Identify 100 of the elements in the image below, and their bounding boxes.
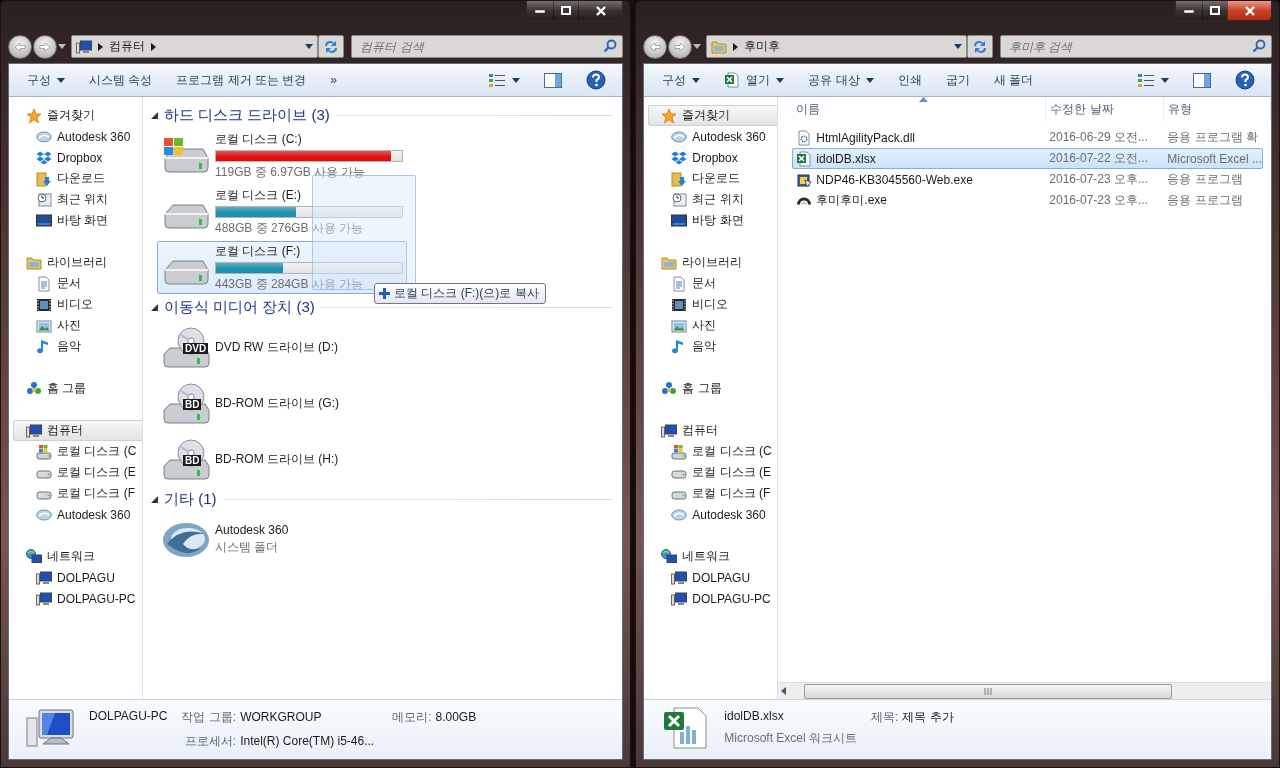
back-button[interactable] xyxy=(643,34,668,59)
nav-item[interactable]: 홈 그룹 xyxy=(648,378,778,399)
nav-item[interactable]: Autodesk 360 xyxy=(13,126,142,147)
toolbar-button[interactable]: 열기 xyxy=(714,67,795,93)
forward-button[interactable] xyxy=(668,34,693,59)
back-button[interactable] xyxy=(8,34,32,59)
minimize-button[interactable] xyxy=(1176,1,1202,20)
nav-item[interactable]: 최근 위치 xyxy=(13,189,142,210)
nav-item[interactable]: 바탕 화면 xyxy=(648,210,778,231)
caret-icon xyxy=(1161,77,1169,83)
history-caret-icon[interactable] xyxy=(693,44,702,49)
nav-item[interactable]: 컴퓨터 xyxy=(648,420,778,441)
minimize-button[interactable] xyxy=(527,1,554,20)
toolbar-button[interactable]: 시스템 속성 xyxy=(79,67,163,93)
address-bar[interactable]: 후미후 xyxy=(706,35,967,58)
history-caret-icon[interactable] xyxy=(58,44,66,49)
nav-item[interactable]: 사진 xyxy=(648,315,778,336)
drive-tile[interactable]: 로컬 디스크 (C:) 119GB 중 6.97GB 사용 가능 xyxy=(157,129,407,182)
scroll-thumb[interactable] xyxy=(804,683,1173,699)
nav-item[interactable]: DOLPAGU xyxy=(648,567,778,588)
computer-icon xyxy=(671,590,688,607)
drive-tile[interactable]: Autodesk 360 시스템 폴더 xyxy=(157,513,407,566)
nav-item[interactable]: 라이브러리 xyxy=(648,252,778,273)
maximize-button[interactable] xyxy=(553,1,579,20)
column-header[interactable]: 이름 xyxy=(792,97,1047,121)
nav-item[interactable]: Dropbox xyxy=(13,147,142,168)
drive-tile[interactable]: BD BD-ROM 드라이브 (H:) xyxy=(157,433,407,486)
nav-item[interactable]: 로컬 디스크 (C xyxy=(13,441,142,462)
clock-window-icon xyxy=(36,191,52,208)
nav-item[interactable]: 문서 xyxy=(648,273,778,294)
close-button[interactable] xyxy=(1227,1,1271,20)
type-cell-text: 응용 프로그램 확 xyxy=(1166,129,1259,146)
nav-item[interactable]: DOLPAGU-PC xyxy=(13,588,142,609)
file-name: NDP46-KB3045560-Web.exe xyxy=(816,172,973,187)
nav-item[interactable]: 음악 xyxy=(13,336,142,357)
collapse-icon[interactable] xyxy=(151,495,158,503)
toolbar-button[interactable]: 공유 대상 xyxy=(798,67,884,93)
nav-item[interactable]: 바탕 화면 xyxy=(13,210,142,231)
toolbar-button[interactable]: 새 폴더 xyxy=(983,67,1043,93)
drive-tile[interactable]: DVD DVD RW 드라이브 (D:) xyxy=(157,321,407,374)
nav-item[interactable]: 로컬 디스크 (F xyxy=(13,483,142,504)
nav-item[interactable]: 컴퓨터 xyxy=(13,420,142,441)
breadcrumb[interactable]: 컴퓨터 xyxy=(109,38,145,55)
drive-tile[interactable]: 로컬 디스크 (E:) 488GB 중 276GB 사용 가능 xyxy=(157,185,407,238)
computer-icon xyxy=(36,590,52,607)
toolbar-button[interactable]: 프로그램 제거 또는 변경 xyxy=(166,67,317,93)
nav-item[interactable]: 비디오 xyxy=(13,294,142,315)
nav-item[interactable]: 비디오 xyxy=(648,294,778,315)
folder-icon xyxy=(661,254,678,271)
file-row[interactable]: HtmlAgilityPack.dll 2016-06-29 오전... 응용 프로그램 확 xyxy=(792,127,1263,148)
nav-item[interactable]: 홈 그룹 xyxy=(13,378,142,399)
collapse-icon[interactable] xyxy=(151,303,158,311)
toolbar-button[interactable]: 인쇄 xyxy=(887,67,932,93)
horizontal-scrollbar[interactable] xyxy=(778,682,1271,699)
drive-tile[interactable]: BD BD-ROM 드라이브 (G:) xyxy=(157,377,407,430)
nav-item[interactable]: 로컬 디스크 (E xyxy=(648,462,778,483)
file-row[interactable]: 후미후미.exe 2016-07-23 오후... 응용 프로그램 xyxy=(792,190,1263,211)
swirl-icon xyxy=(36,128,52,145)
nav-item[interactable]: 즐겨찾기 xyxy=(13,105,142,126)
nav-item[interactable]: 최근 위치 xyxy=(648,189,778,210)
file-row[interactable]: idolDB.xlsx 2016-07-22 오전... Microsoft Excel ... xyxy=(792,148,1263,169)
nav-item[interactable]: 다운로드 xyxy=(13,168,142,189)
collapse-icon[interactable] xyxy=(151,111,158,119)
search-field[interactable]: 후미후 검색 xyxy=(1000,35,1272,58)
homegroup-icon xyxy=(661,380,678,397)
nav-item[interactable]: 네트워크 xyxy=(648,546,778,567)
nav-item[interactable]: Autodesk 360 xyxy=(648,126,778,147)
nav-item[interactable]: 사진 xyxy=(13,315,142,336)
property-value: 8.00GB xyxy=(435,710,477,724)
column-header[interactable]: 유형 xyxy=(1164,97,1271,121)
maximize-button[interactable] xyxy=(1202,1,1227,20)
file-row[interactable]: NDP46-KB3045560-Web.exe 2016-07-23 오후... 응용 프로그램 xyxy=(792,169,1263,190)
more-button[interactable]: » xyxy=(320,67,348,93)
nav-item[interactable]: 문서 xyxy=(13,273,142,294)
nav-item[interactable]: Autodesk 360 xyxy=(648,504,778,525)
forward-button[interactable] xyxy=(33,34,57,59)
disc-label: DVD xyxy=(183,342,209,354)
nav-item[interactable]: DOLPAGU-PC xyxy=(648,588,778,609)
nav-item[interactable]: 다운로드 xyxy=(648,168,778,189)
search-field[interactable]: 컴퓨터 검색 xyxy=(351,35,624,58)
refresh-button[interactable] xyxy=(318,35,345,58)
toolbar-button[interactable]: 구성 xyxy=(17,67,75,93)
address-bar[interactable]: 컴퓨터 xyxy=(71,35,319,58)
close-button[interactable] xyxy=(578,1,623,20)
nav-item[interactable]: Dropbox xyxy=(648,147,778,168)
column-header[interactable]: 수정한 날짜 xyxy=(1046,97,1165,121)
nav-item[interactable]: 로컬 디스크 (C xyxy=(648,441,778,462)
breadcrumb[interactable]: 후미후 xyxy=(744,38,781,55)
item-type: Microsoft Excel 워크시트 xyxy=(724,730,857,747)
nav-item[interactable]: 음악 xyxy=(648,336,778,357)
nav-item[interactable]: 로컬 디스크 (F xyxy=(648,483,778,504)
nav-item[interactable]: 로컬 디스크 (E xyxy=(13,462,142,483)
nav-item[interactable]: Autodesk 360 xyxy=(13,504,142,525)
nav-item[interactable]: 라이브러리 xyxy=(13,252,142,273)
nav-item[interactable]: 네트워크 xyxy=(13,546,142,567)
nav-item[interactable]: DOLPAGU xyxy=(13,567,142,588)
nav-item[interactable]: 즐겨찾기 xyxy=(648,105,778,126)
toolbar-button[interactable]: 굽기 xyxy=(935,67,980,93)
type-cell-text: 응용 프로그램 xyxy=(1166,171,1244,188)
toolbar-button[interactable]: 구성 xyxy=(652,67,711,93)
